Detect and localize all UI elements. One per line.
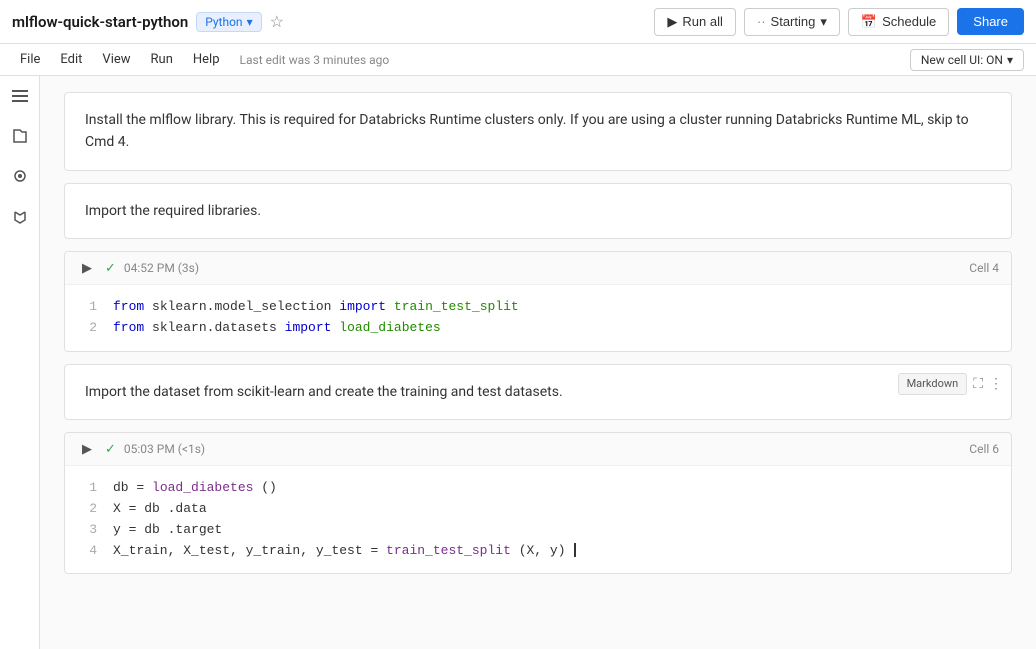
code-line-2: 2 from sklearn.datasets import load_diab… [81, 318, 995, 339]
new-cell-ui-toggle[interactable]: New cell UI: ON ▾ [910, 49, 1024, 71]
markdown-text-2: Import the required libraries. [85, 203, 261, 219]
new-cell-dropdown-icon: ▾ [1007, 53, 1013, 67]
run-all-button[interactable]: ▶ Run all [654, 8, 735, 36]
menu-file[interactable]: File [12, 48, 48, 71]
new-cell-label: New cell UI: ON [921, 53, 1003, 67]
language-dropdown-icon: ▾ [247, 15, 253, 29]
sidebar-icon-files[interactable] [8, 124, 32, 148]
line-num-6-2: 2 [81, 499, 97, 520]
menu-run[interactable]: Run [143, 48, 181, 71]
expand-icon[interactable]: ⛶ [973, 373, 983, 395]
sidebar-icon-cluster[interactable] [8, 164, 32, 188]
code-line-6-4: 4 X_train, X_test, y_train, y_test = tra… [81, 541, 995, 562]
cell-4-time: 04:52 PM (3s) [124, 261, 199, 275]
code-text-6-1: db = load_diabetes () [113, 478, 277, 499]
menu-edit[interactable]: Edit [52, 48, 90, 71]
language-label: Python [205, 15, 242, 29]
run-all-label: Run all [682, 14, 722, 29]
markdown-text-3: Import the dataset from scikit-learn and… [85, 384, 563, 400]
code-line-6-2: 2 X = db .data [81, 499, 995, 520]
line-num-6-3: 3 [81, 520, 97, 541]
code-cell-6: ▶ ✓ 05:03 PM (<1s) Cell 6 1 db = load_di… [64, 432, 1012, 574]
cell-4-label: Cell 4 [969, 261, 999, 275]
cell-4-header: ▶ ✓ 04:52 PM (3s) Cell 4 [65, 252, 1011, 285]
code-text-2: from sklearn.datasets import load_diabet… [113, 318, 441, 339]
markdown-cell-3: Markdown ⛶ ⋮ Import the dataset from sci… [64, 364, 1012, 420]
starting-label: Starting [771, 14, 816, 29]
markdown-text-1: Install the mlflow library. This is requ… [85, 112, 969, 150]
starting-dropdown-icon: ▾ [820, 14, 827, 30]
code-text-6-3: y = db .target [113, 520, 222, 541]
code-line-1: 1 from sklearn.model_selection import tr… [81, 297, 995, 318]
cell-6-header: ▶ ✓ 05:03 PM (<1s) Cell 6 [65, 433, 1011, 466]
line-num-6-4: 4 [81, 541, 97, 562]
cell-4-body[interactable]: 1 from sklearn.model_selection import tr… [65, 285, 1011, 351]
starting-button[interactable]: ·· Starting ▾ [744, 8, 840, 36]
sidebar [0, 76, 40, 649]
run-cell-6-button[interactable]: ▶ [77, 439, 97, 459]
line-num-6-1: 1 [81, 478, 97, 499]
code-cell-4: ▶ ✓ 04:52 PM (3s) Cell 4 1 from sklearn.… [64, 251, 1012, 352]
cell-6-label: Cell 6 [969, 442, 999, 456]
code-line-6-3: 3 y = db .target [81, 520, 995, 541]
line-num-2: 2 [81, 318, 97, 339]
code-text-1: from sklearn.model_selection import trai… [113, 297, 519, 318]
markdown-badge: Markdown [898, 373, 968, 395]
last-edit-label: Last edit was 3 minutes ago [240, 53, 390, 67]
code-text-6-4: X_train, X_test, y_train, y_test = train… [113, 541, 576, 562]
schedule-button[interactable]: 📅 Schedule [848, 8, 949, 36]
play-icon: ▶ [667, 14, 677, 30]
markdown-cell-2: Import the required libraries. [64, 183, 1012, 239]
schedule-label: Schedule [882, 14, 936, 29]
markdown-cell-1: Install the mlflow library. This is requ… [64, 92, 1012, 171]
more-options-icon[interactable]: ⋮ [989, 373, 1003, 395]
star-icon[interactable]: ☆ [270, 12, 284, 31]
main-layout: Install the mlflow library. This is requ… [0, 76, 1036, 649]
share-button[interactable]: Share [957, 8, 1024, 35]
notebook-content: Install the mlflow library. This is requ… [40, 76, 1036, 649]
menu-view[interactable]: View [94, 48, 138, 71]
sidebar-icon-data[interactable] [8, 204, 32, 228]
menu-help[interactable]: Help [185, 48, 228, 71]
cell-6-body[interactable]: 1 db = load_diabetes () 2 X = db .data [65, 466, 1011, 573]
menubar: File Edit View Run Help Last edit was 3 … [0, 44, 1036, 76]
markdown-cell-3-toolbar: Markdown ⛶ ⋮ [898, 373, 1003, 395]
cell-6-time: 05:03 PM (<1s) [124, 442, 205, 456]
run-cell-4-button[interactable]: ▶ [77, 258, 97, 278]
cell-6-status-icon: ✓ [105, 442, 116, 457]
line-num-1: 1 [81, 297, 97, 318]
code-text-6-2: X = db .data [113, 499, 207, 520]
language-badge[interactable]: Python ▾ [196, 12, 261, 32]
sidebar-icon-menu[interactable] [8, 84, 32, 108]
cell-4-status-icon: ✓ [105, 261, 116, 276]
dot-dot-icon: ·· [757, 14, 766, 29]
calendar-icon: 📅 [861, 14, 877, 30]
topbar: mlflow-quick-start-python Python ▾ ☆ ▶ R… [0, 0, 1036, 44]
notebook-title: mlflow-quick-start-python [12, 13, 188, 31]
code-line-6-1: 1 db = load_diabetes () [81, 478, 995, 499]
